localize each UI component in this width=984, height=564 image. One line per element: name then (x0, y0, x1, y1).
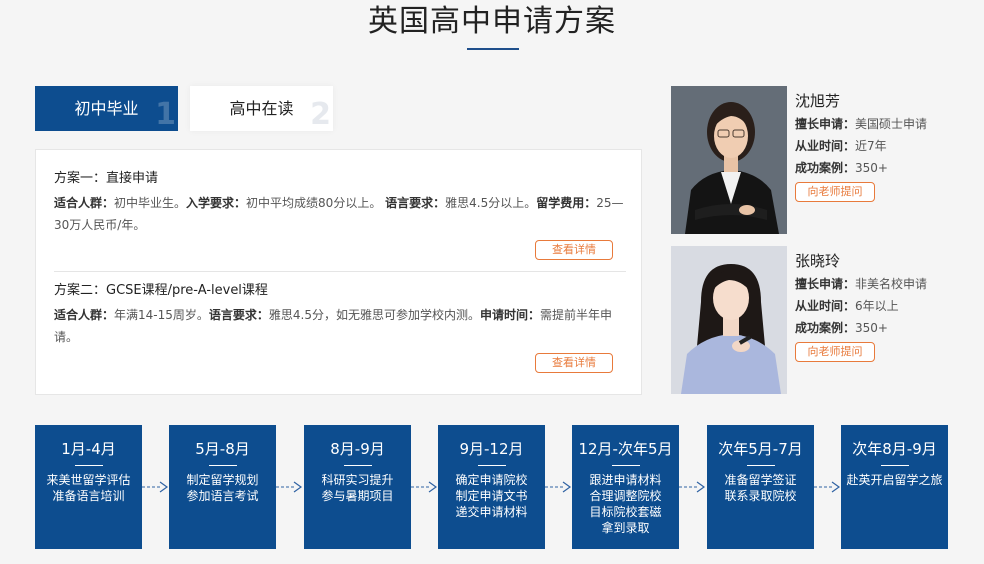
step-divider (477, 465, 506, 466)
field-value: 350+ (855, 161, 888, 175)
step-divider (746, 465, 775, 466)
step-period: 5月-8月 (195, 440, 250, 458)
tab-number: 1 (155, 97, 176, 131)
step-divider (74, 465, 103, 466)
plan-value: 年满14-15周岁。 (114, 308, 209, 322)
step-period: 1月-4月 (61, 440, 116, 458)
plan-key: 语言要求： (208, 308, 269, 322)
dashed-arrow-icon (545, 481, 572, 493)
timeline-step: 12月-次年5月 跟进申请材料 合理调整院校 目标院校套磁 拿到录取 (572, 425, 679, 549)
advisor-photo (671, 246, 787, 394)
field-label: 从业时间： (795, 299, 856, 313)
tab-number: 2 (310, 97, 331, 131)
step-period: 次年5月-7月 (718, 440, 803, 458)
timeline-step: 8月-9月 科研实习提升 参与暑期项目 (304, 425, 411, 549)
divider (54, 271, 626, 272)
tab-label: 初中毕业 (74, 99, 139, 118)
dashed-arrow-icon (411, 481, 438, 493)
ask-teacher-button[interactable]: 向老师提问 (795, 182, 875, 202)
field-label: 从业时间： (795, 139, 856, 153)
advisor-name: 张晓玲 (795, 252, 841, 270)
tab-label: 高中在读 (229, 99, 294, 118)
plan-key: 语言要求： (385, 196, 446, 210)
field-label: 成功案例： (795, 161, 856, 175)
step-period: 12月-次年5月 (578, 440, 673, 458)
step-text: 制定留学规划 参加语言考试 (186, 473, 259, 503)
timeline-step: 5月-8月 制定留学规划 参加语言考试 (169, 425, 276, 549)
plan-key: 申请时间： (480, 308, 541, 322)
advisor-name: 沈旭芳 (795, 92, 841, 110)
advisor-info: 张晓玲 擅长申请：非美名校申请 从业时间：6年以上 成功案例：350+ 向老师提… (795, 250, 971, 362)
field-label: 擅长申请： (795, 117, 856, 131)
plan-card: 方案一：直接申请 适合人群：初中毕业生。入学要求：初中平均成绩80分以上。 语言… (35, 149, 642, 395)
step-text: 赴英开启留学之旅 (846, 473, 943, 487)
step-text: 准备留学签证 联系录取院校 (724, 473, 797, 503)
plan-value: 初中毕业生。 (114, 196, 187, 210)
dashed-arrow-icon (814, 481, 841, 493)
step-text: 确定申请院校 制定申请文书 递交申请材料 (455, 473, 528, 519)
field-value: 350+ (855, 321, 888, 335)
plan-value: 初中平均成绩80分以上。 (246, 196, 382, 210)
plan-item: 方案一：直接申请 适合人群：初中毕业生。入学要求：初中平均成绩80分以上。 语言… (54, 170, 626, 236)
plan-description: 适合人群：年满14-15周岁。语言要求：雅思4.5分，如无雅思可参加学校内测。申… (54, 304, 626, 348)
dashed-arrow-icon (276, 481, 303, 493)
title-underline (467, 48, 519, 50)
advisor-cases: 成功案例：350+ (795, 317, 971, 339)
view-details-button[interactable]: 查看详情 (535, 240, 613, 260)
plan-key: 留学费用： (536, 196, 597, 210)
field-label: 擅长申请： (795, 277, 856, 291)
plan-title: 方案二：GCSE课程/pre-A-level课程 (54, 283, 268, 298)
tab-high-school[interactable]: 高中在读 2 (190, 86, 333, 131)
field-value: 近7年 (855, 139, 887, 153)
step-text: 来美世留学评估 准备语言培训 (46, 473, 131, 503)
page-title: 英国高中申请方案 (368, 4, 616, 39)
plan-title: 方案一：直接申请 (54, 171, 159, 186)
view-details-button[interactable]: 查看详情 (535, 353, 613, 373)
step-period: 8月-9月 (330, 440, 385, 458)
step-divider (611, 465, 640, 466)
timeline-step: 9月-12月 确定申请院校 制定申请文书 递交申请材料 (438, 425, 545, 549)
dashed-arrow-icon (679, 481, 706, 493)
timeline-step: 次年8月-9月 赴英开启留学之旅 (841, 425, 948, 549)
advisor-card: 张晓玲 擅长申请：非美名校申请 从业时间：6年以上 成功案例：350+ 向老师提… (671, 246, 971, 394)
step-text: 跟进申请材料 合理调整院校 目标院校套磁 拿到录取 (589, 473, 662, 535)
step-divider (208, 465, 237, 466)
plan-value: 雅思4.5分以上。 (445, 196, 537, 210)
timeline-step: 次年5月-7月 准备留学签证 联系录取院校 (707, 425, 814, 549)
step-period: 9月-12月 (459, 440, 524, 458)
step-divider (880, 465, 909, 466)
advisor-card: 沈旭芳 擅长申请：美国硕士申请 从业时间：近7年 成功案例：350+ 向老师提问 (671, 86, 971, 234)
field-value: 非美名校申请 (855, 277, 928, 291)
advisor-specialty: 擅长申请：非美名校申请 (795, 273, 971, 295)
field-label: 成功案例： (795, 321, 856, 335)
plan-item: 方案二：GCSE课程/pre-A-level课程 适合人群：年满14-15周岁。… (54, 282, 626, 348)
dashed-arrow-icon (142, 481, 169, 493)
advisor-years: 从业时间：近7年 (795, 135, 971, 157)
advisor-years: 从业时间：6年以上 (795, 295, 971, 317)
ask-teacher-button[interactable]: 向老师提问 (795, 342, 875, 362)
plan-description: 适合人群：初中毕业生。入学要求：初中平均成绩80分以上。 语言要求：雅思4.5分… (54, 192, 626, 236)
step-text: 科研实习提升 参与暑期项目 (321, 473, 394, 503)
step-divider (343, 465, 372, 466)
tab-junior-graduate[interactable]: 初中毕业 1 (35, 86, 178, 131)
field-value: 美国硕士申请 (855, 117, 928, 131)
plan-value: 雅思4.5分，如无雅思可参加学校内测。 (268, 308, 480, 322)
advisor-cases: 成功案例：350+ (795, 157, 971, 179)
field-value: 6年以上 (855, 299, 899, 313)
plan-key: 适合人群： (54, 308, 115, 322)
advisor-specialty: 擅长申请：美国硕士申请 (795, 113, 971, 135)
timeline-step: 1月-4月 来美世留学评估 准备语言培训 (35, 425, 142, 549)
step-period: 次年8月-9月 (852, 440, 937, 458)
plan-key: 适合人群： (54, 196, 115, 210)
advisor-info: 沈旭芳 擅长申请：美国硕士申请 从业时间：近7年 成功案例：350+ 向老师提问 (795, 90, 971, 202)
plan-key: 入学要求： (186, 196, 247, 210)
advisor-photo (671, 86, 787, 234)
